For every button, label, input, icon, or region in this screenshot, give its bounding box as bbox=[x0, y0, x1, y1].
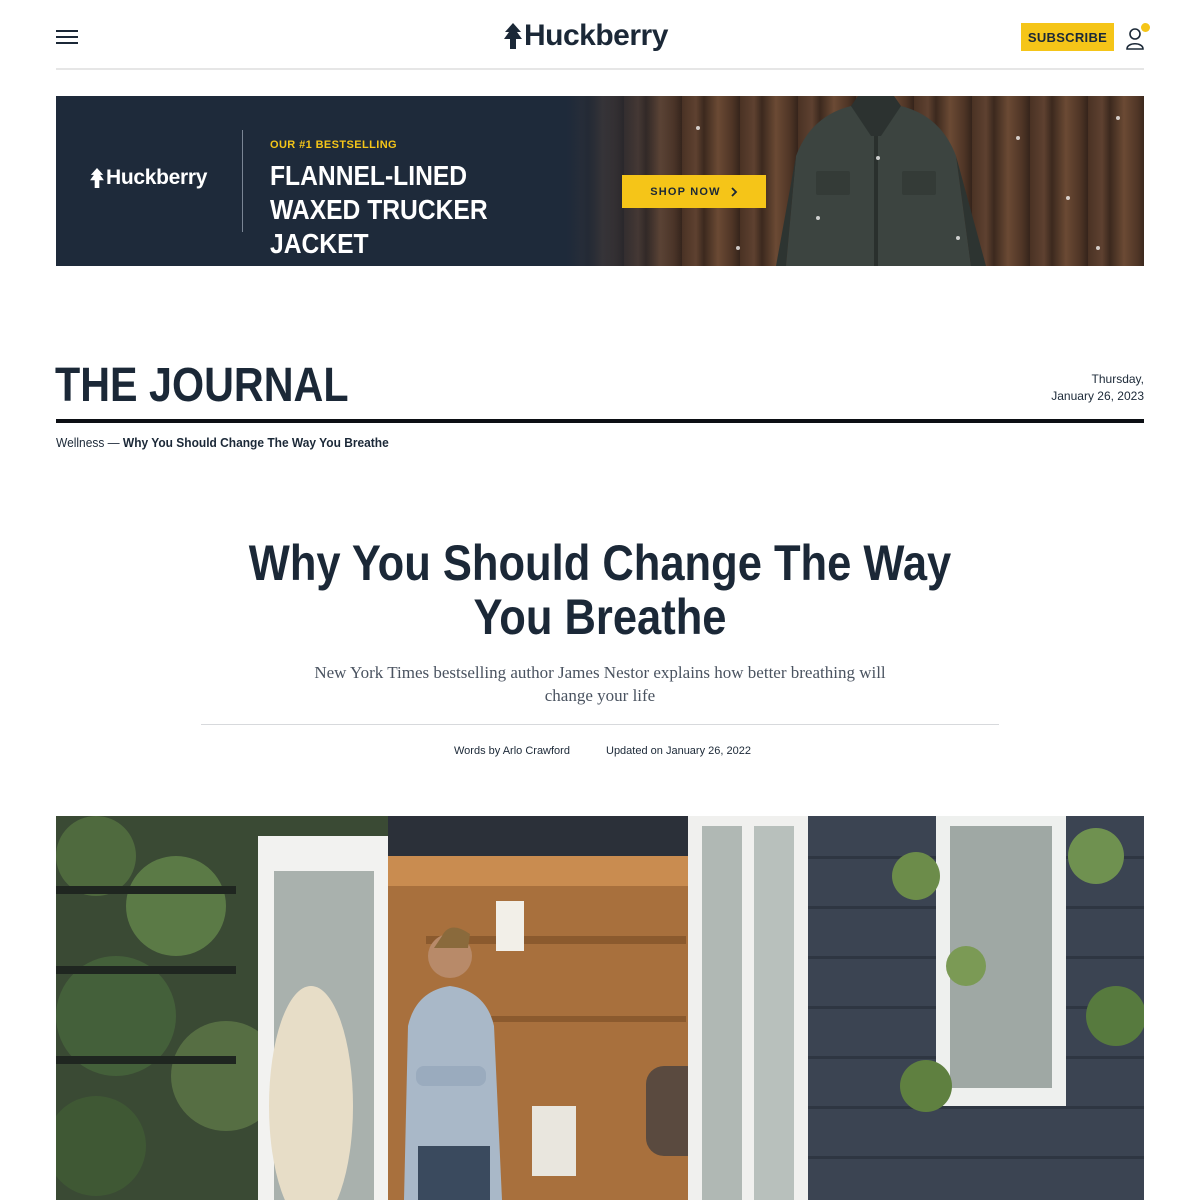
promo-logo: Huckberry bbox=[90, 166, 207, 190]
promo-divider bbox=[242, 130, 243, 232]
snowflake bbox=[956, 236, 960, 240]
breadcrumb-category-link[interactable]: Wellness bbox=[56, 435, 104, 450]
account-button[interactable] bbox=[1126, 23, 1150, 50]
updated-date: Updated on January 26, 2022 bbox=[606, 745, 751, 757]
promo-eyebrow: OUR #1 BESTSELLING bbox=[270, 139, 397, 151]
breadcrumb-separator: — bbox=[104, 435, 123, 450]
article-divider bbox=[201, 724, 999, 725]
hamburger-menu-icon[interactable] bbox=[56, 27, 78, 45]
logo-text: Huckberry bbox=[524, 19, 668, 52]
promo-model-jacket-image bbox=[776, 96, 986, 266]
pine-tree-icon bbox=[90, 168, 104, 188]
site-logo[interactable]: Huckberry bbox=[504, 18, 668, 54]
shop-now-button[interactable]: SHOP NOW bbox=[622, 175, 766, 208]
updated-prefix: Updated on bbox=[606, 745, 663, 757]
snowflake bbox=[696, 126, 700, 130]
journal-date-weekday: Thursday, bbox=[1091, 372, 1144, 386]
byline-prefix: Words by bbox=[454, 745, 501, 757]
journal-divider bbox=[56, 419, 1144, 423]
snowflake bbox=[1016, 136, 1020, 140]
promo-logo-text: Huckberry bbox=[106, 166, 208, 189]
journal-date-full: January 26, 2023 bbox=[1051, 389, 1144, 403]
snowflake bbox=[1116, 116, 1120, 120]
pine-tree-icon bbox=[504, 23, 522, 49]
author-link[interactable]: Arlo Crawford bbox=[503, 745, 570, 757]
hero-image bbox=[56, 816, 1144, 1200]
article-title: Why You Should Change The Way You Breath… bbox=[248, 535, 952, 645]
breadcrumb: Wellness — Why You Should Change The Way… bbox=[56, 435, 389, 450]
chevron-right-icon bbox=[731, 186, 738, 197]
promo-banner[interactable]: Huckberry OUR #1 BESTSELLING FLANNEL-LIN… bbox=[56, 96, 1144, 266]
hero-illustration bbox=[56, 816, 1144, 1200]
top-nav: Huckberry SUBSCRIBE bbox=[56, 0, 1150, 70]
promo-headline-line1: FLANNEL-LINED bbox=[270, 160, 468, 191]
promo-headline: FLANNEL-LINED WAXED TRUCKER JACKET bbox=[270, 159, 587, 261]
snowflake bbox=[816, 216, 820, 220]
journal-date: Thursday, January 26, 2023 bbox=[1051, 371, 1144, 405]
notification-dot bbox=[1141, 23, 1150, 32]
article-dek: New York Times bestselling author James … bbox=[314, 663, 886, 705]
journal-title[interactable]: THE JOURNAL bbox=[55, 360, 349, 412]
snowflake bbox=[736, 246, 740, 250]
subscribe-button[interactable]: SUBSCRIBE bbox=[1021, 23, 1114, 51]
snowflake bbox=[876, 156, 880, 160]
byline: Words by Arlo Crawford bbox=[454, 745, 570, 757]
updated-date-value: January 26, 2022 bbox=[665, 745, 751, 757]
snowflake bbox=[1066, 196, 1070, 200]
snowflake bbox=[1096, 246, 1100, 250]
promo-headline-line2: WAXED TRUCKER JACKET bbox=[270, 194, 488, 259]
shop-now-label: SHOP NOW bbox=[650, 185, 721, 198]
breadcrumb-current: Why You Should Change The Way You Breath… bbox=[122, 435, 389, 450]
